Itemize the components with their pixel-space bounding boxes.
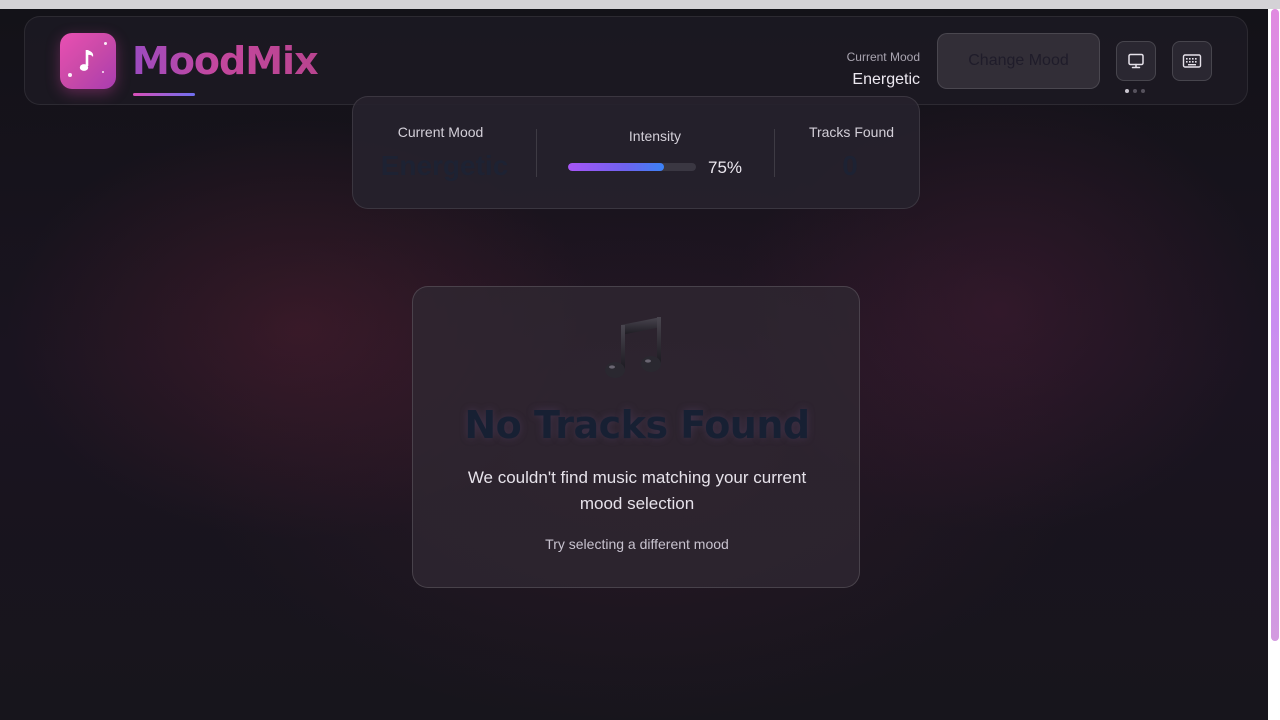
empty-state-card: No Tracks Found We couldn't find music m… bbox=[412, 286, 860, 588]
intensity-bar bbox=[568, 163, 696, 171]
title-underline bbox=[133, 93, 195, 96]
app-title: MoodMix bbox=[132, 39, 319, 83]
intensity-percent: 75% bbox=[708, 158, 743, 177]
tracks-found-label: Tracks Found bbox=[808, 124, 895, 140]
tracks-found-value: 0 bbox=[842, 150, 858, 181]
keyboard-shortcuts-button[interactable] bbox=[1172, 41, 1212, 81]
intensity-label: Intensity bbox=[628, 128, 682, 144]
app-logo bbox=[60, 33, 116, 89]
music-note-icon bbox=[605, 317, 661, 378]
stats-mood-label: Current Mood bbox=[397, 124, 484, 140]
dot-active bbox=[1125, 89, 1129, 93]
header-mood-value: Energetic bbox=[852, 71, 920, 88]
sparkle-dot bbox=[102, 71, 104, 73]
monitor-icon bbox=[1128, 53, 1144, 69]
dot bbox=[1133, 89, 1137, 93]
intensity-bar-fill bbox=[568, 163, 664, 171]
browser-top-strip bbox=[0, 0, 1280, 9]
empty-state-hint: Try selecting a different mood bbox=[545, 536, 729, 552]
header-mood-label: Current Mood bbox=[846, 50, 920, 64]
dot bbox=[1141, 89, 1145, 93]
scrollbar-thumb[interactable] bbox=[1271, 9, 1279, 641]
sparkle-dot bbox=[68, 73, 72, 77]
mood-stats-card: Current Mood Energetic Intensity 75% Tra… bbox=[352, 96, 920, 209]
pagination-dots bbox=[1125, 89, 1149, 93]
page-scrollbar[interactable] bbox=[1268, 9, 1280, 720]
sparkle-dot bbox=[104, 42, 107, 45]
divider bbox=[536, 129, 537, 177]
app-header: MoodMix Current Mood Energetic Change Mo… bbox=[24, 16, 1248, 105]
empty-state-description: We couldn't find music matching your cur… bbox=[467, 468, 807, 513]
display-toggle-button[interactable] bbox=[1116, 41, 1156, 81]
keyboard-icon bbox=[1182, 54, 1202, 68]
change-mood-button[interactable]: Change Mood bbox=[937, 33, 1100, 89]
empty-state-title: No Tracks Found bbox=[464, 403, 810, 447]
music-note-logo-icon bbox=[79, 50, 94, 71]
stats-mood-value: Energetic bbox=[380, 150, 509, 181]
app-viewport: MoodMix Current Mood Energetic Change Mo… bbox=[0, 9, 1268, 720]
